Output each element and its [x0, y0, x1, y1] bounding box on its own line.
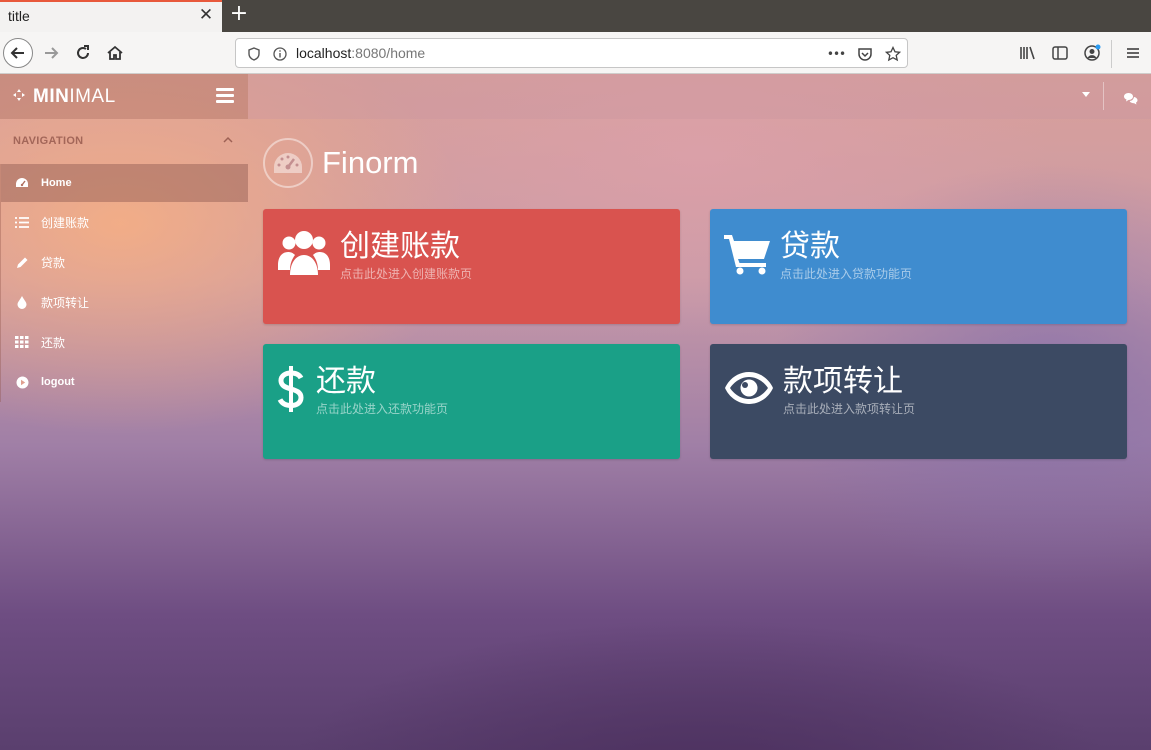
sidebar-item-repayment[interactable]: 还款 [1, 322, 248, 362]
sidebar-item-loan[interactable]: 贷款 [1, 242, 248, 282]
card-title: 还款 [316, 364, 376, 399]
account-icon[interactable] [1080, 41, 1104, 65]
sidebar-item-home[interactable]: Home [1, 164, 248, 202]
library-icon[interactable] [1016, 41, 1040, 65]
browser-tab[interactable]: title ✕ [0, 0, 222, 32]
card-transfer[interactable]: 款项转让 点击此处进入款项转让页 [710, 344, 1127, 459]
new-tab-button[interactable]: + [228, 3, 250, 27]
page-viewport: MINIMAL NAVIGATION Home 创建账款 贷款 款项转让 还款 … [0, 74, 1151, 750]
site-info-icon[interactable] [270, 44, 290, 64]
pencil-icon [14, 254, 30, 270]
url-text: localhost:8080/home [296, 45, 425, 61]
card-description: 点击此处进入创建账款页 [340, 267, 473, 281]
sidebar-item-label: 款项转让 [41, 295, 90, 310]
dashboard-icon [263, 138, 313, 188]
reload-button[interactable] [68, 38, 98, 68]
sidebar-toggle-button[interactable] [216, 88, 234, 104]
page-title: Finorm [322, 145, 419, 180]
card-create-account[interactable]: 创建账款 点击此处进入创建账款页 [263, 209, 680, 324]
card-title: 创建账款 [340, 229, 460, 264]
card-description: 点击此处进入贷款功能页 [780, 267, 913, 281]
page-actions-icon[interactable]: ••• [826, 44, 846, 64]
pocket-icon[interactable] [855, 44, 875, 64]
toolbar-divider [1111, 40, 1112, 68]
shopping-cart-icon [724, 233, 772, 275]
header-divider [1103, 82, 1104, 110]
back-arrow-icon [10, 47, 24, 59]
users-icon [278, 227, 330, 277]
dollar-icon [277, 364, 305, 414]
brand-rest: IMAL [69, 86, 116, 107]
sidebar-item-label: 还款 [41, 335, 66, 350]
reload-icon [77, 45, 89, 59]
tracking-shield-icon[interactable] [244, 44, 264, 64]
caret-down-icon[interactable] [1082, 92, 1090, 97]
sidebar-item-label: 创建账款 [41, 215, 90, 230]
eye-icon [724, 370, 774, 406]
sidebar-item-label: logout [41, 376, 75, 388]
home-icon [107, 45, 123, 60]
back-button[interactable] [3, 38, 33, 68]
tab-title: title [8, 8, 30, 24]
hamburger-menu-icon[interactable] [1121, 41, 1145, 65]
top-header-bar [248, 74, 1151, 119]
sidebar-item-create-account[interactable]: 创建账款 [1, 202, 248, 242]
card-description: 点击此处进入款项转让页 [783, 402, 916, 416]
brand-bar: MINIMAL [0, 74, 248, 119]
home-button[interactable] [100, 38, 130, 68]
nav-header: NAVIGATION [13, 135, 84, 147]
card-title: 款项转让 [783, 364, 903, 399]
card-title: 贷款 [780, 229, 840, 264]
sidebar: MINIMAL NAVIGATION Home 创建账款 贷款 款项转让 还款 … [0, 74, 248, 750]
browser-toolbar: localhost:8080/home ••• [0, 32, 1151, 74]
bookmark-star-icon[interactable] [883, 44, 903, 64]
forward-button[interactable] [36, 38, 66, 68]
card-description: 点击此处进入还款功能页 [316, 402, 449, 416]
forward-arrow-icon [45, 47, 59, 59]
sidebar-item-label: Home [41, 177, 72, 189]
sidebar-item-label: 贷款 [41, 255, 66, 270]
sidebar-toggle-icon[interactable] [1048, 41, 1072, 65]
grid-icon [14, 334, 30, 350]
play-circle-icon [14, 374, 30, 390]
card-loan[interactable]: 贷款 点击此处进入贷款功能页 [710, 209, 1127, 324]
brand-logo[interactable]: MINIMAL [33, 86, 116, 108]
tint-icon [14, 294, 30, 310]
sidebar-item-transfer[interactable]: 款项转让 [1, 282, 248, 322]
url-host: localhost [296, 45, 352, 61]
dashboard-icon [14, 175, 30, 191]
comments-icon[interactable] [1123, 90, 1138, 109]
brand-bold: MIN [33, 86, 70, 107]
url-bar[interactable]: localhost:8080/home ••• [235, 38, 908, 68]
card-repayment[interactable]: 还款 点击此处进入还款功能页 [263, 344, 680, 459]
url-path: :8080/home [351, 45, 426, 61]
close-tab-icon[interactable]: ✕ [196, 5, 216, 25]
brand-arrows-icon [13, 89, 25, 101]
sidebar-item-logout[interactable]: logout [1, 362, 248, 402]
chevron-up-icon[interactable] [223, 132, 233, 146]
nav-list: Home 创建账款 贷款 款项转让 还款 logout [0, 164, 248, 402]
browser-tab-strip: title ✕ + [0, 0, 1151, 32]
list-icon [14, 214, 30, 230]
